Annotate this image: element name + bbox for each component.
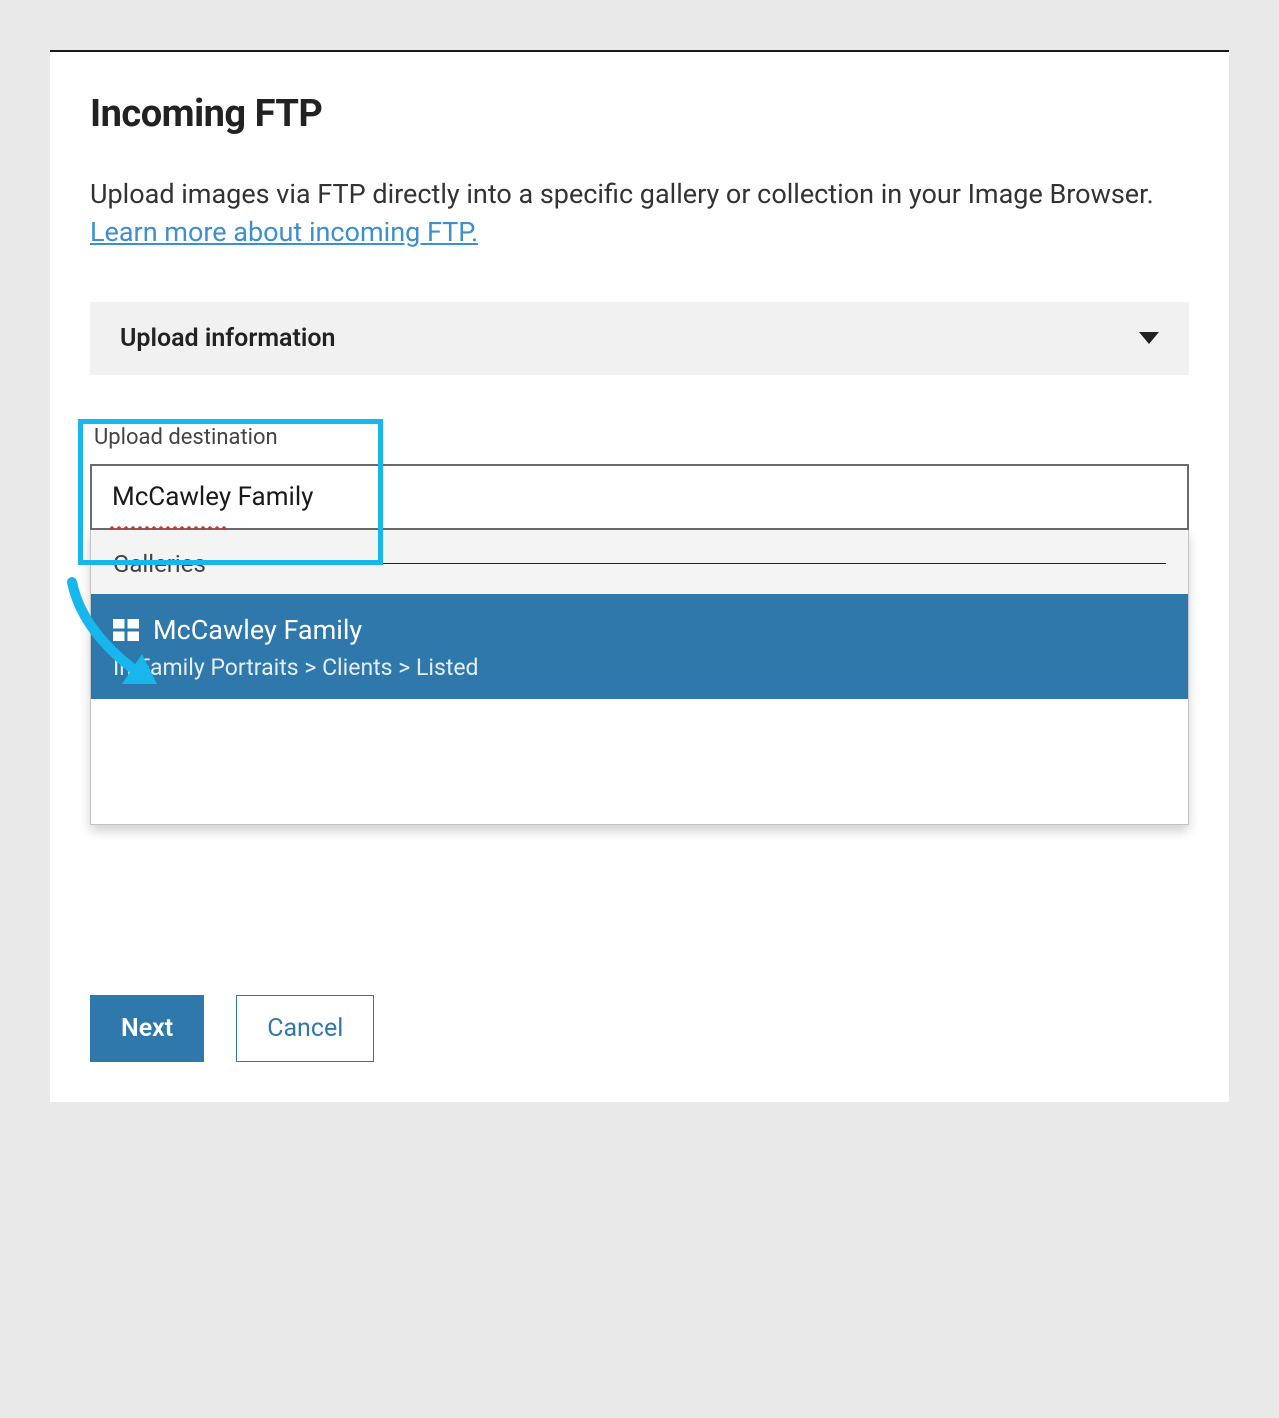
accordion-label: Upload information	[120, 324, 335, 353]
dropdown-empty-area	[91, 699, 1188, 824]
field-label: Upload destination	[90, 425, 1189, 450]
dropdown-section-header: Galleries	[91, 530, 1188, 594]
dropdown-item-title: McCawley Family	[153, 614, 362, 646]
dropdown-item-path: In Family Portraits > Clients > Listed	[113, 654, 1166, 681]
page-title: Incoming FTP	[90, 92, 1189, 136]
upload-information-accordion[interactable]: Upload information	[90, 302, 1189, 375]
upload-destination-input[interactable]	[90, 464, 1189, 530]
dropdown-item-mccawley-family[interactable]: McCawley Family In Family Portraits > Cl…	[91, 594, 1188, 699]
upload-destination-field: Upload destination	[90, 425, 1189, 530]
chevron-down-icon	[1139, 332, 1159, 344]
gallery-grid-icon	[113, 619, 139, 641]
cancel-button[interactable]: Cancel	[236, 995, 374, 1062]
incoming-ftp-panel: Incoming FTP Upload images via FTP direc…	[50, 52, 1229, 1102]
dropdown-section-label: Galleries	[113, 550, 206, 578]
destination-dropdown: Galleries McCawley Family In Fami	[90, 530, 1189, 825]
divider	[226, 563, 1166, 564]
learn-more-link[interactable]: Learn more about incoming FTP.	[90, 216, 478, 248]
intro-text: Upload images via FTP directly into a sp…	[90, 176, 1189, 252]
next-button[interactable]: Next	[90, 995, 204, 1062]
button-row: Next Cancel	[90, 995, 374, 1062]
intro-plain: Upload images via FTP directly into a sp…	[90, 178, 1154, 210]
